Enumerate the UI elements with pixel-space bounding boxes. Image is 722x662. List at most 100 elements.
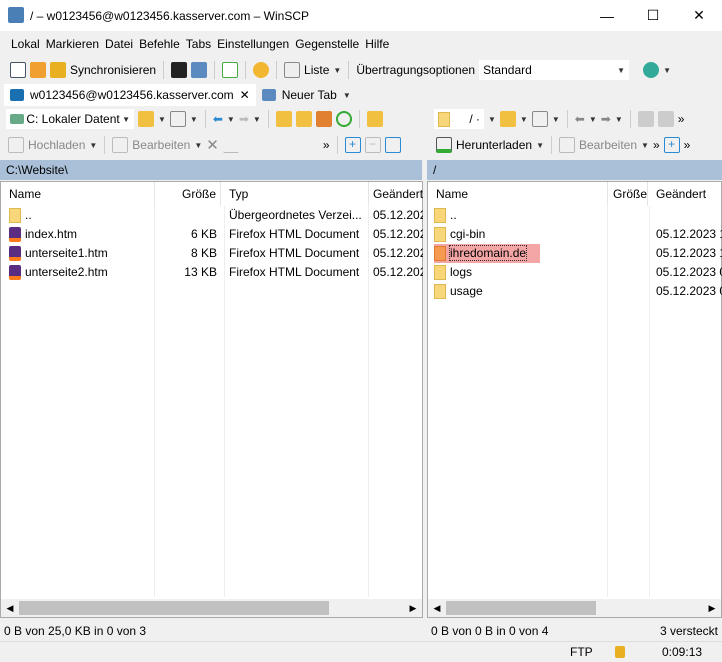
column-modified[interactable]: Geändert — [369, 182, 429, 206]
forward-icon[interactable]: ➡ — [601, 112, 611, 126]
back-icon[interactable]: ⬅ — [213, 112, 223, 126]
menu-einstellungen[interactable]: Einstellungen — [214, 37, 292, 51]
file-modified: 05.12.2023 1 — [656, 227, 722, 241]
chevron-down-icon[interactable]: ▼ — [333, 66, 341, 75]
file-name: ihredomain.de — [434, 244, 540, 263]
more-icon[interactable]: » — [678, 112, 685, 126]
file-name: .. — [9, 206, 153, 225]
folder-icon — [434, 284, 446, 300]
column-name[interactable]: Name — [432, 182, 608, 206]
table-row[interactable]: index.htm 6 KB Firefox HTML Document 05.12.… — [1, 225, 423, 244]
menu-befehle[interactable]: Befehle — [136, 37, 183, 51]
delete-icon[interactable]: ✕ — [206, 136, 219, 154]
menu-markieren[interactable]: Markieren — [43, 37, 102, 51]
table-row[interactable]: unterseite2.htm 13 KB Firefox HTML Documen… — [1, 263, 423, 282]
tab-session[interactable]: w0123456@w0123456.kasserver.com ✕ — [4, 84, 256, 106]
synchronize-icon[interactable] — [50, 62, 66, 78]
column-size[interactable]: Größe — [608, 182, 648, 206]
find-files-icon[interactable] — [366, 111, 383, 127]
refresh-icon[interactable] — [335, 111, 352, 127]
table-row[interactable]: .. Übergeordnetes Verzei... 05.12.2023 — [1, 206, 423, 225]
parent-dir-icon[interactable] — [637, 111, 654, 127]
forward-icon[interactable]: ➡ — [239, 112, 249, 126]
maximize-button[interactable]: ☐ — [630, 0, 676, 31]
upload-button[interactable]: Hochladen — [28, 138, 85, 152]
remote-dir-select[interactable]: / · — [434, 109, 484, 129]
local-drive-select[interactable]: C: Lokaler Datent ▼ — [6, 109, 134, 129]
select-plus-icon[interactable]: + — [663, 137, 680, 153]
home-icon[interactable] — [315, 111, 332, 127]
edit-button[interactable]: Bearbeiten — [579, 138, 637, 152]
sync-browse-icon[interactable] — [30, 62, 46, 78]
close-button[interactable]: ✕ — [676, 0, 722, 31]
scrollbar-thumb[interactable] — [19, 601, 329, 615]
edit-icon — [558, 137, 575, 153]
local-horizontal-scrollbar[interactable]: ◀ ▶ — [1, 599, 422, 617]
table-row[interactable]: .. — [428, 206, 721, 225]
more-icon[interactable]: » — [323, 138, 330, 152]
scrollbar-thumb[interactable] — [446, 601, 596, 615]
column-name[interactable]: Name — [5, 182, 155, 206]
table-row[interactable]: unterseite1.htm 8 KB Firefox HTML Document… — [1, 244, 423, 263]
local-status: 0 B von 25,0 KB in 0 von 3 — [4, 624, 147, 638]
column-size[interactable]: Größe — [155, 182, 221, 206]
parent-dir-icon[interactable] — [275, 111, 292, 127]
edit-button[interactable]: Bearbeiten — [132, 138, 190, 152]
file-modified — [656, 206, 722, 225]
html-file-icon — [9, 227, 21, 243]
putty-icon[interactable] — [191, 62, 208, 78]
file-name-text: .. — [450, 208, 457, 222]
terminal-icon[interactable] — [171, 62, 188, 78]
back-icon[interactable]: ⬅ — [575, 112, 585, 126]
local-address-toolbar: C: Lokaler Datent ▼ ▼ ▼ ⬅ ▼ ➡ ▼ — [6, 108, 383, 130]
table-row[interactable]: logs 05.12.2023 0 — [428, 263, 722, 282]
minimize-button[interactable]: — — [584, 0, 630, 31]
chevron-down-icon[interactable]: ▼ — [663, 66, 671, 75]
more-icon[interactable]: » — [684, 138, 691, 152]
download-button[interactable]: Herunterladen — [456, 138, 532, 152]
filter-icon[interactable] — [169, 111, 186, 127]
root-dir-icon[interactable] — [295, 111, 312, 127]
menu-tabs[interactable]: Tabs — [183, 37, 214, 51]
synchronize-button[interactable]: Synchronisieren — [70, 63, 156, 77]
rename-icon[interactable] — [222, 137, 239, 153]
table-row[interactable]: ihredomain.de 05.12.2023 1 — [428, 244, 722, 263]
column-type[interactable]: Typ — [225, 182, 369, 206]
transfer-settings-icon[interactable] — [643, 62, 660, 78]
local-file-list[interactable]: Name Größe Typ Geändert .. Übergeordnetes… — [0, 181, 429, 618]
menu-datei[interactable]: Datei — [102, 37, 136, 51]
select-plus-icon[interactable]: + — [344, 137, 361, 153]
table-row[interactable]: cgi-bin 05.12.2023 1 — [428, 225, 722, 244]
menu-hilfe[interactable]: Hilfe — [362, 37, 392, 51]
menu-gegenstelle[interactable]: Gegenstelle — [292, 37, 362, 51]
remote-horizontal-scrollbar[interactable]: ◀ ▶ — [428, 599, 721, 617]
close-tab-icon[interactable]: ✕ — [240, 88, 250, 102]
drive-icon — [10, 114, 24, 124]
open-folder-icon[interactable] — [499, 111, 516, 127]
file-modified: 05.12.2023 — [373, 227, 423, 241]
gear-icon[interactable] — [253, 62, 270, 78]
select-minus-icon[interactable]: − — [364, 137, 381, 153]
file-size: 13 KB — [184, 265, 217, 279]
file-name-text: unterseite2.htm — [25, 265, 108, 279]
file-size — [155, 206, 217, 225]
filter-select-icon[interactable] — [384, 137, 401, 153]
local-drive-value: C: Lokaler Datent — [26, 112, 120, 126]
file-type: Firefox HTML Document — [229, 265, 360, 279]
filter-icon[interactable] — [531, 111, 548, 127]
more-icon[interactable]: » — [653, 138, 660, 152]
table-row[interactable]: usage 05.12.2023 0 — [428, 282, 722, 301]
tab-new[interactable]: Neuer Tab ▼ — [256, 84, 357, 106]
remote-file-list[interactable]: Name Größe Geändert .. cgi-bin 05.12.2023 … — [427, 181, 722, 618]
session-tabs: w0123456@w0123456.kasserver.com ✕ Neuer … — [4, 84, 357, 106]
view-mode-button[interactable]: Liste — [304, 63, 329, 77]
root-dir-icon[interactable] — [657, 111, 674, 127]
open-folder-icon[interactable] — [138, 111, 154, 127]
chevron-down-icon[interactable]: ▼ — [343, 91, 351, 100]
refresh-queue-icon[interactable] — [222, 62, 239, 78]
menu-lokal[interactable]: Lokal — [8, 37, 43, 51]
compare-icon[interactable] — [10, 62, 26, 78]
file-size: 8 KB — [190, 246, 217, 260]
transfer-options-select[interactable]: Standard ▼ — [479, 60, 630, 80]
column-modified[interactable]: Geändert — [652, 182, 722, 206]
